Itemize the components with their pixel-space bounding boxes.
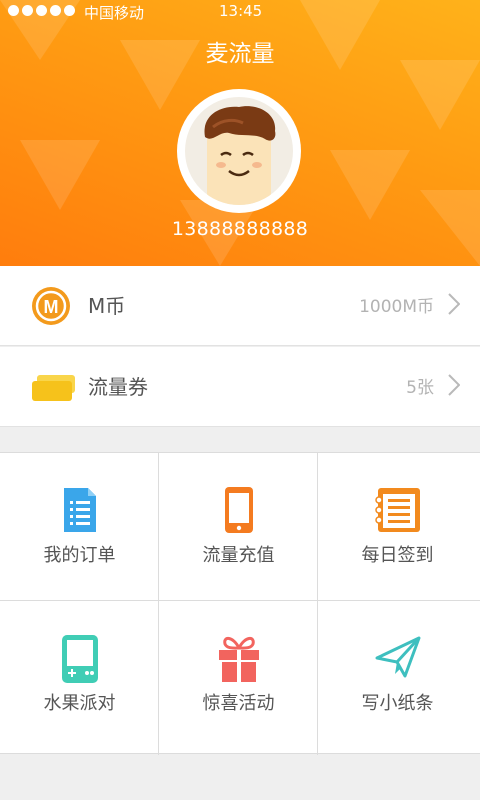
phone-number: 13888888888 — [171, 218, 309, 240]
carrier-name: 中国移动 — [84, 4, 145, 22]
m-coin-label: M币 — [88, 294, 126, 318]
menu-item-label: 水果派对 — [43, 693, 116, 714]
handheld-game-icon — [0, 634, 159, 686]
status-time: 13:45 — [219, 2, 263, 20]
status-bar: 中国移动 13:45 — [0, 0, 480, 24]
m-coin-row[interactable]: M M币 1000M币 — [0, 266, 480, 346]
m-coin-balance: 1000M币 — [359, 297, 434, 317]
document-icon — [0, 486, 159, 538]
avatar[interactable] — [177, 89, 301, 213]
chevron-right-icon — [448, 374, 461, 400]
avatar-face-icon — [185, 97, 293, 205]
menu-item-fruit-party[interactable]: 水果派对 — [0, 601, 159, 751]
phone-icon — [159, 486, 318, 538]
coupon-label: 流量券 — [88, 375, 148, 399]
coupon-row[interactable]: 流量券 5张 — [0, 347, 480, 427]
menu-item-checkin[interactable]: 每日签到 — [318, 453, 477, 603]
feature-grid: 我的订单 流量充值 每日签到 水果派对 惊喜活动 写小纸条 — [0, 452, 480, 755]
menu-item-label: 每日签到 — [361, 545, 434, 566]
menu-item-label: 流量充值 — [202, 545, 275, 566]
coupon-count: 5张 — [406, 378, 434, 398]
gift-icon — [159, 634, 318, 686]
paper-plane-icon — [318, 634, 477, 686]
profile-header: 中国移动 13:45 麦流量 13888888888 — [0, 0, 480, 266]
notebook-icon — [318, 486, 477, 538]
menu-item-orders[interactable]: 我的订单 — [0, 453, 159, 603]
page-title: 麦流量 — [205, 41, 275, 67]
chevron-right-icon — [448, 293, 461, 319]
svg-text:M: M — [44, 297, 59, 317]
menu-item-note[interactable]: 写小纸条 — [318, 601, 477, 751]
menu-item-surprise[interactable]: 惊喜活动 — [159, 601, 318, 751]
menu-item-label: 惊喜活动 — [202, 693, 275, 714]
menu-item-recharge[interactable]: 流量充值 — [159, 453, 318, 603]
ticket-icon — [31, 367, 77, 411]
m-coin-icon: M — [31, 286, 71, 330]
menu-item-label: 写小纸条 — [361, 693, 434, 714]
menu-item-label: 我的订单 — [43, 545, 116, 566]
signal-strength-icon — [8, 5, 75, 16]
